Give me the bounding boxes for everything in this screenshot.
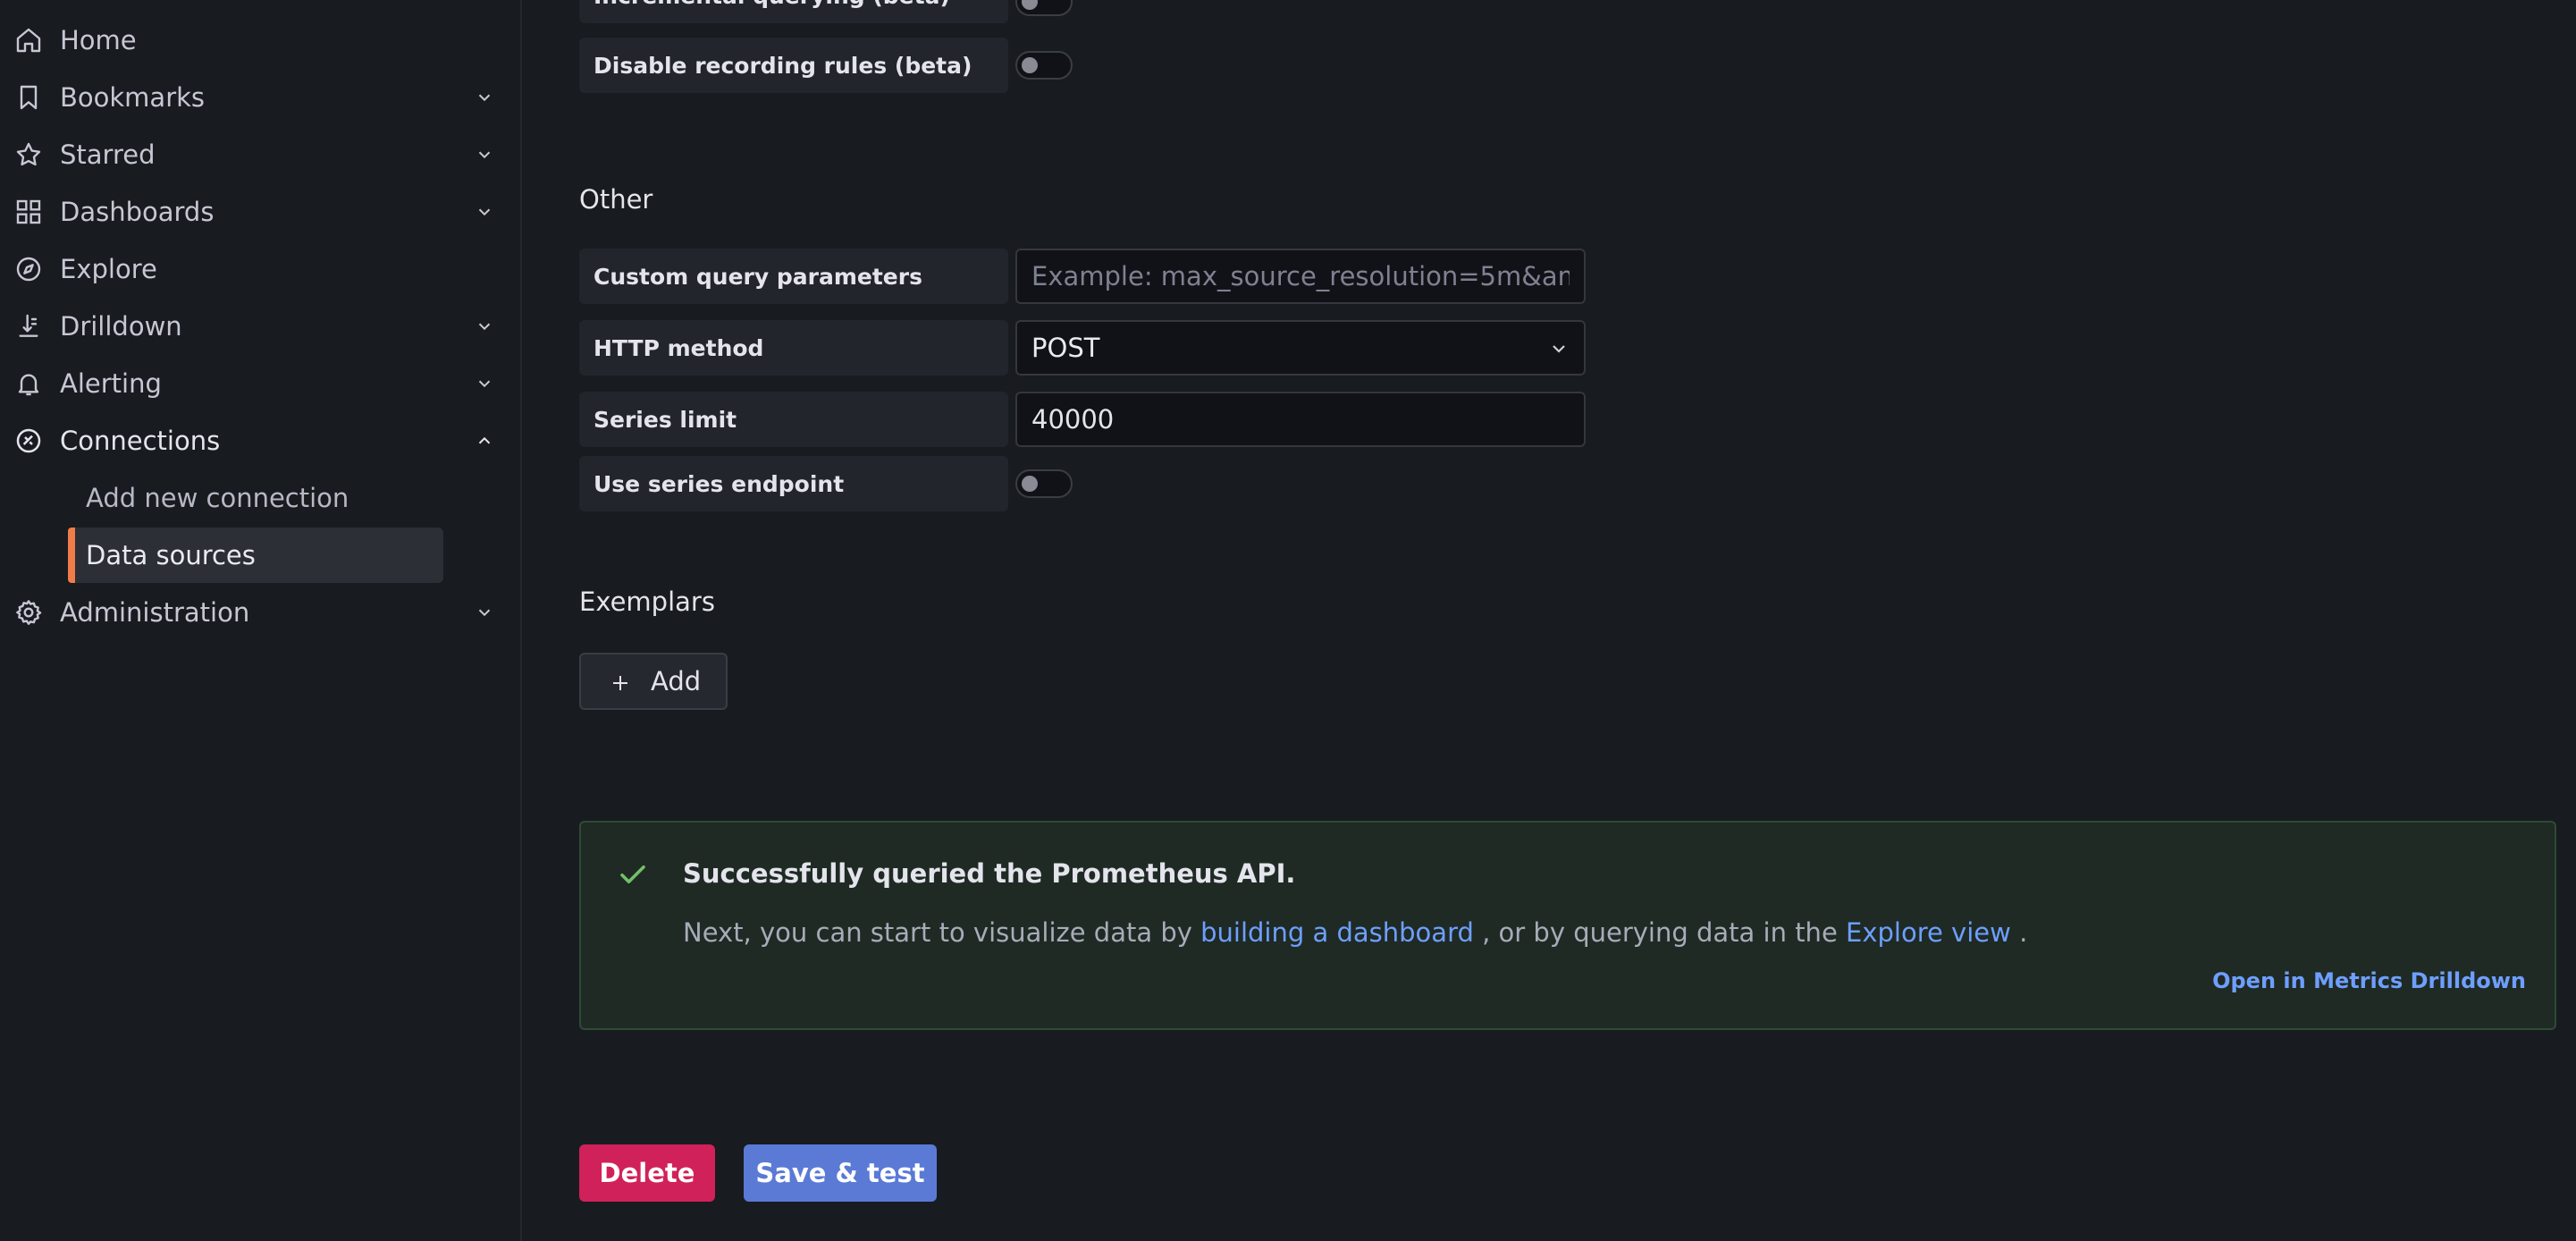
- http-method-value: POST: [1031, 333, 1100, 363]
- toggle-knob: [1022, 57, 1038, 73]
- sidebar-item-label: Data sources: [86, 540, 256, 570]
- field-label-text: Use series endpoint: [593, 470, 845, 497]
- section-title-exemplars: Exemplars: [579, 587, 715, 617]
- sidebar-item-connections[interactable]: Connections: [0, 412, 501, 469]
- sidebar-item-home[interactable]: Home: [0, 12, 501, 69]
- sidebar-item-add-new-connection[interactable]: Add new connection: [68, 470, 443, 526]
- toggle-knob: [1022, 0, 1038, 10]
- incremental-querying-toggle[interactable]: [1015, 0, 1073, 16]
- series-limit-input[interactable]: [1015, 392, 1586, 447]
- explore-view-link[interactable]: Explore view: [1846, 917, 2011, 948]
- open-metrics-drilldown-link[interactable]: Open in Metrics Drilldown: [2212, 968, 2526, 993]
- connections-icon: [13, 425, 45, 457]
- field-label-http-method: HTTP method: [579, 320, 1046, 376]
- add-exemplar-button[interactable]: Add: [579, 653, 728, 710]
- sidebar-item-label: Drilldown: [60, 311, 182, 342]
- delete-button[interactable]: Delete: [579, 1144, 715, 1202]
- field-label-disable-recording-rules: Disable recording rules (beta): [579, 38, 1046, 93]
- chevron-down-icon: [1553, 345, 1565, 353]
- drilldown-icon: [13, 310, 45, 342]
- chevron-up-icon[interactable]: [472, 428, 497, 453]
- sidebar-item-label: Dashboards: [60, 197, 215, 227]
- sidebar-item-label: Alerting: [60, 368, 162, 399]
- alert-title: Successfully queried the Prometheus API.: [683, 858, 1296, 889]
- sidebar-item-label: Bookmarks: [60, 82, 206, 113]
- alert-body-middle: , or by querying data in the: [1482, 917, 1838, 948]
- save-and-test-button[interactable]: Save & test: [744, 1144, 937, 1202]
- sidebar-item-alerting[interactable]: Alerting: [0, 355, 501, 412]
- chevron-down-icon[interactable]: [472, 371, 497, 396]
- field-label-use-series-endpoint: Use series endpoint: [579, 456, 1046, 511]
- chevron-down-icon[interactable]: [472, 600, 497, 625]
- alert-body-prefix: Next, you can start to visualize data by: [683, 917, 1192, 948]
- success-alert: Successfully queried the Prometheus API.…: [579, 821, 2556, 1030]
- field-label-series-limit: Series limit: [579, 392, 1046, 447]
- plus-icon: [613, 676, 627, 690]
- field-label-text: Series limit: [593, 406, 737, 433]
- main-content: Incremental querying (beta) Disable reco…: [522, 0, 2576, 1241]
- star-icon: [13, 139, 45, 171]
- sidebar-item-drilldown[interactable]: Drilldown: [0, 298, 501, 355]
- sidebar-item-dashboards[interactable]: Dashboards: [0, 183, 501, 241]
- sidebar-item-label: Add new connection: [86, 483, 349, 513]
- disable-recording-rules-toggle[interactable]: [1015, 51, 1073, 80]
- http-method-select[interactable]: POST: [1015, 320, 1586, 376]
- chevron-down-icon[interactable]: [472, 314, 497, 339]
- chevron-down-icon[interactable]: [472, 142, 497, 167]
- field-label-text: Disable recording rules (beta): [593, 52, 972, 79]
- field-label-text: HTTP method: [593, 334, 764, 361]
- chevron-down-icon[interactable]: [472, 199, 497, 224]
- building-dashboard-link[interactable]: building a dashboard: [1200, 917, 1474, 948]
- gear-icon: [13, 596, 45, 629]
- sidebar-item-data-sources[interactable]: Data sources: [68, 528, 443, 583]
- sidebar: Home Bookmarks Starred Dashboards Explor…: [0, 0, 522, 1241]
- sidebar-item-label: Starred: [60, 139, 156, 170]
- home-icon: [13, 24, 45, 56]
- use-series-endpoint-toggle[interactable]: [1015, 469, 1073, 498]
- section-title-other: Other: [579, 184, 653, 215]
- bell-icon: [13, 367, 45, 400]
- sidebar-item-bookmarks[interactable]: Bookmarks: [0, 69, 501, 126]
- apps-icon: [13, 196, 45, 228]
- field-label-custom-query-parameters: Custom query parameters: [579, 249, 1046, 304]
- field-label-text: Custom query parameters: [593, 263, 922, 290]
- add-label: Add: [651, 666, 702, 696]
- sidebar-item-label: Administration: [60, 597, 250, 628]
- check-icon: [620, 865, 645, 884]
- sidebar-item-label: Home: [60, 25, 137, 55]
- alert-body-suffix: .: [2019, 917, 2028, 948]
- compass-icon: [13, 253, 45, 285]
- sidebar-item-administration[interactable]: Administration: [0, 584, 501, 641]
- chevron-down-icon[interactable]: [472, 85, 497, 110]
- alert-body: Next, you can start to visualize data by…: [683, 917, 2027, 948]
- active-indicator: [68, 528, 75, 583]
- field-label-incremental-querying: Incremental querying (beta): [579, 0, 1045, 23]
- sidebar-item-label: Explore: [60, 254, 157, 284]
- sidebar-item-label: Connections: [60, 426, 221, 456]
- sidebar-item-starred[interactable]: Starred: [0, 126, 501, 183]
- sidebar-item-explore[interactable]: Explore: [0, 241, 501, 298]
- custom-query-parameters-input[interactable]: [1015, 249, 1586, 304]
- bookmark-icon: [13, 81, 45, 114]
- toggle-knob: [1022, 476, 1038, 492]
- field-label-text: Incremental querying (beta): [593, 0, 950, 9]
